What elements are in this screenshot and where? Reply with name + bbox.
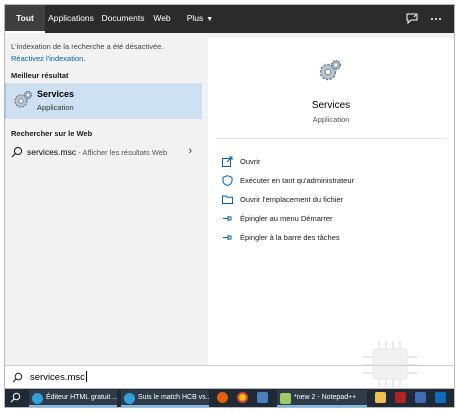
- action-open-label: Ouvrir: [240, 157, 261, 166]
- preview-title: Services: [311, 100, 351, 111]
- tab-web[interactable]: Web: [150, 5, 174, 33]
- web-search-hint: - Afficher les résultats Web: [76, 148, 168, 157]
- edge-icon: [32, 393, 43, 404]
- search-window: Tout Applications Documents Web Plus ▼ L'…: [4, 4, 455, 408]
- best-match-item[interactable]: Services Application: [5, 83, 202, 119]
- action-pin-to-taskbar-label: Épingler à la barre des tâches: [240, 233, 340, 242]
- action-open-file-location-label: Ouvrir l'emplacement du fichier: [240, 195, 344, 204]
- search-icon[interactable]: [10, 392, 21, 403]
- taskbar-item-edge-2[interactable]: Suis le match HCB vs....: [121, 390, 209, 407]
- search-icon: [11, 146, 23, 158]
- pin-icon: [223, 235, 232, 240]
- search-input[interactable]: services.msc: [30, 372, 85, 383]
- tab-more-label: Plus: [186, 13, 204, 23]
- notepad-icon: [280, 393, 291, 404]
- chevron-down-icon: ▼: [206, 16, 214, 23]
- chevron-right-icon[interactable]: ›: [188, 145, 192, 157]
- preview-pane: Services Application Ouvrir Exécuter en …: [208, 38, 454, 365]
- pin-icon: [223, 216, 232, 221]
- divider: [216, 138, 446, 139]
- web-search-heading: Rechercher sur le Web: [11, 129, 93, 138]
- folder-icon: [222, 195, 233, 204]
- taskbar-item-edge-1[interactable]: Éditeur HTML gratuit ...: [29, 390, 117, 407]
- text-caret: [85, 371, 87, 382]
- preview-subtitle: Application: [312, 115, 350, 124]
- indexing-notice-text: L'indexation de la recherche a été désac…: [11, 42, 164, 51]
- best-match-subtitle: Application: [37, 103, 74, 112]
- web-search-item[interactable]: services.msc - Afficher les résultats We…: [5, 142, 202, 164]
- taskbar-item-notepad[interactable]: *new 2 - Notepad++: [277, 390, 367, 407]
- best-match-title: Services: [37, 89, 75, 99]
- app-icon[interactable]: [257, 392, 268, 403]
- services-gear-icon: [14, 90, 33, 108]
- indexing-notice: L'indexation de la recherche a été désac…: [11, 41, 199, 65]
- filter-bar: Tout Applications Documents Web Plus ▼: [5, 5, 454, 33]
- edge-icon: [124, 393, 135, 404]
- folder-icon[interactable]: [375, 392, 386, 403]
- watermark-chip-icon: [363, 341, 417, 387]
- results-pane: L'indexation de la recherche a été désac…: [5, 33, 202, 365]
- open-icon: [222, 156, 233, 167]
- taskbar-item-label: Éditeur HTML gratuit ...: [46, 394, 117, 401]
- feedback-icon[interactable]: [405, 12, 419, 26]
- tab-documents[interactable]: Documents: [100, 5, 146, 33]
- services-gear-icon: [319, 60, 341, 81]
- tab-applications[interactable]: Applications: [45, 5, 97, 33]
- taskbar-item-label: *new 2 - Notepad++: [294, 394, 357, 401]
- action-pin-to-start-label: Épingler au menu Démarrer: [240, 214, 333, 223]
- taskbar-item-label: Suis le match HCB vs....: [138, 394, 209, 401]
- tab-all[interactable]: Tout: [5, 5, 45, 33]
- taskbar: Éditeur HTML gratuit ... Suis le match H…: [5, 389, 454, 407]
- more-options-icon[interactable]: [429, 12, 443, 26]
- best-match-heading: Meilleur résultat: [11, 71, 69, 80]
- app-icon[interactable]: [415, 392, 426, 403]
- search-icon: [12, 372, 23, 383]
- reenable-indexing-link[interactable]: Réactivez l'indexation.: [11, 53, 199, 65]
- filezilla-icon[interactable]: [395, 392, 406, 403]
- outlook-icon[interactable]: [435, 392, 446, 403]
- web-search-query: services.msc: [27, 147, 77, 157]
- shield-icon: [222, 175, 233, 186]
- chrome-icon[interactable]: [237, 392, 248, 403]
- tab-more[interactable]: Plus ▼: [181, 5, 219, 33]
- firefox-icon[interactable]: [217, 392, 228, 403]
- action-run-as-admin-label: Exécuter en tant qu'administrateur: [240, 176, 354, 185]
